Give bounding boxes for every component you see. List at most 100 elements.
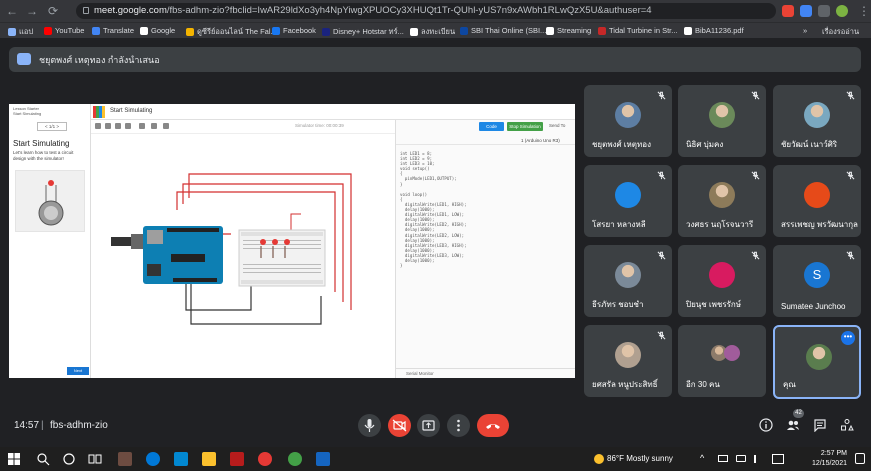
language-icon[interactable]: [772, 454, 784, 464]
present-screen-icon: [17, 53, 31, 65]
camera-button[interactable]: [388, 414, 411, 437]
bookmark-translate[interactable]: Translate: [92, 26, 134, 35]
forward-icon[interactable]: →: [26, 4, 38, 18]
url-path: /fbs-adhm-zio?fbclid=IwAR29ldXo3yh4NpYiw…: [166, 5, 652, 16]
weather-widget[interactable]: 86°F Mostly sunny: [607, 454, 673, 463]
mic-off-icon: [751, 171, 760, 180]
windows-start-icon[interactable]: [8, 453, 20, 465]
network-icon[interactable]: [718, 455, 728, 462]
send-to-button[interactable]: Send To: [549, 123, 565, 128]
taskbar-app-icon[interactable]: [118, 452, 132, 466]
taskbar-app-icon[interactable]: [174, 452, 188, 466]
battery-icon[interactable]: [736, 455, 746, 462]
participant-tile[interactable]: S Sumatee Junchoo: [773, 245, 861, 317]
volume-icon[interactable]: [754, 455, 763, 463]
back-icon[interactable]: ←: [6, 4, 18, 18]
time-separator: |: [41, 420, 44, 431]
word-icon[interactable]: [316, 452, 330, 466]
tile-more-options-icon[interactable]: •••: [841, 331, 855, 345]
profile-avatar[interactable]: [836, 5, 848, 17]
participant-tile[interactable]: อีก 30 คน: [678, 325, 766, 397]
undo-icon[interactable]: [115, 123, 121, 129]
disney-hotstar-icon: [322, 28, 330, 36]
board-select[interactable]: 1 (Arduino Uno R3): [521, 138, 560, 143]
globe-icon: [684, 26, 692, 35]
menu-kebab-icon[interactable]: ⋮: [858, 4, 870, 18]
participant-tile[interactable]: ยศสรัล หนูประสิทธิ์: [584, 325, 672, 397]
taskbar-app-icon[interactable]: [258, 452, 272, 466]
windows-taskbar: 86°F Mostly sunny ^ 2:57 PM 12/15/2021: [0, 447, 871, 471]
bookmark-apps[interactable]: แอป: [8, 26, 33, 38]
note-icon[interactable]: [139, 123, 145, 129]
rotate-icon[interactable]: [95, 123, 101, 129]
bookmark-google[interactable]: Google: [140, 26, 175, 35]
delete-icon[interactable]: [105, 123, 111, 129]
participant-tile[interactable]: สรรเพชญ พรวัฒนากุล: [773, 165, 861, 237]
bookmark-youtube[interactable]: YouTube: [44, 26, 84, 35]
sunny-icon: [594, 454, 604, 464]
chrome-icon[interactable]: [288, 452, 302, 466]
redo-icon[interactable]: [125, 123, 131, 129]
people-icon[interactable]: [786, 418, 800, 432]
activities-icon[interactable]: [840, 418, 854, 432]
reload-icon[interactable]: ⟳: [48, 4, 58, 18]
puzzle-icon[interactable]: [818, 5, 830, 17]
participant-name: ชัยวัฒน์ เนาว์ศิริ: [781, 140, 838, 149]
participant-name: คุณ: [783, 380, 796, 389]
bookmark-tidal[interactable]: Tidal Turbine in Str...: [598, 26, 678, 35]
notifications-icon[interactable]: [855, 453, 865, 464]
code-editor[interactable]: int LED1 = 8; int LED2 = 9; int LED3 = 1…: [400, 151, 572, 268]
end-call-button[interactable]: [477, 414, 509, 437]
participant-tile[interactable]: วงศธร นฤโรจนวารี: [678, 165, 766, 237]
bookmark-register[interactable]: ลงทะเบียน: [410, 26, 455, 38]
task-view-icon[interactable]: [88, 452, 102, 466]
tray-up-icon[interactable]: ^: [700, 453, 704, 463]
bookmark-pdf[interactable]: BibA11236.pdf: [684, 26, 744, 35]
lesson-next-button[interactable]: Next: [67, 367, 89, 375]
stop-simulation-button[interactable]: Stop Simulation: [507, 122, 543, 131]
present-now-button[interactable]: [417, 414, 440, 437]
reading-list[interactable]: เรื่องรออ่าน: [822, 26, 859, 38]
bookmark-disney[interactable]: Disney+ Hotstar ทร์...: [322, 26, 404, 38]
bookmark-sbi[interactable]: SBI Thai Online (SBI...: [460, 26, 546, 35]
lock-icon[interactable]: [83, 7, 89, 14]
participant-tile[interactable]: นิธิศ บุ่มคง: [678, 85, 766, 157]
search-icon[interactable]: [36, 452, 50, 466]
cortana-icon[interactable]: [62, 452, 76, 466]
address-bar[interactable]: meet.google.com/fbs-adhm-zio?fbclid=IwAR…: [76, 3, 776, 19]
participant-avatar: [709, 102, 735, 128]
taskbar-clock[interactable]: 2:57 PM 12/15/2021: [805, 449, 847, 469]
participant-tile[interactable]: ธีรภัทร ชอบชำ: [584, 245, 672, 317]
wire-type-icon[interactable]: [163, 123, 169, 129]
circuit-canvas[interactable]: [91, 134, 395, 378]
lesson-step-pager[interactable]: < 1/1 >: [37, 122, 67, 131]
presenter-bar: ชยุตพงศ์ เหตุทอง กำลังนำเสนอ: [9, 47, 861, 72]
bookmark-streaming[interactable]: Streaming: [546, 26, 591, 35]
participant-tile[interactable]: ••• คุณ: [773, 325, 861, 399]
file-explorer-icon[interactable]: [202, 452, 216, 466]
extension-icon[interactable]: [782, 5, 794, 17]
tinkercad-title: Start Simulating: [110, 108, 153, 114]
tinkercad-logo: [93, 106, 105, 118]
taskbar-app-icon[interactable]: [230, 452, 244, 466]
participant-tile[interactable]: ชัยวัฒน์ เนาว์ศิริ: [773, 85, 861, 157]
participant-tile[interactable]: ชยุตพงศ์ เหตุทอง: [584, 85, 672, 157]
participant-tile[interactable]: โสรยา หลางหลี: [584, 165, 672, 237]
more-options-button[interactable]: [447, 414, 470, 437]
bookmark-facebook[interactable]: Facebook: [272, 26, 316, 35]
wire-color-icon[interactable]: [151, 123, 157, 129]
microphone-button[interactable]: [358, 414, 381, 437]
info-icon[interactable]: [759, 418, 773, 432]
serial-monitor-toggle[interactable]: Serial Monitor: [396, 368, 575, 378]
participant-name: Sumatee Junchoo: [781, 302, 846, 311]
participant-avatar: [804, 102, 830, 128]
translate-extension-icon[interactable]: [800, 5, 812, 17]
participant-tile[interactable]: ปิยนุช เพชรรักษ์: [678, 245, 766, 317]
code-button[interactable]: Code: [479, 122, 504, 131]
edge-icon[interactable]: [146, 452, 160, 466]
chat-icon[interactable]: [813, 418, 827, 432]
bookmark-series[interactable]: ดูซีรีย์ออนไลน์ The Fal...: [186, 26, 277, 38]
potentiometer-illustration: [38, 180, 64, 226]
bookmarks-more[interactable]: »: [803, 26, 807, 35]
lesson-description: Let's learn how to test a circuit design…: [13, 150, 74, 161]
